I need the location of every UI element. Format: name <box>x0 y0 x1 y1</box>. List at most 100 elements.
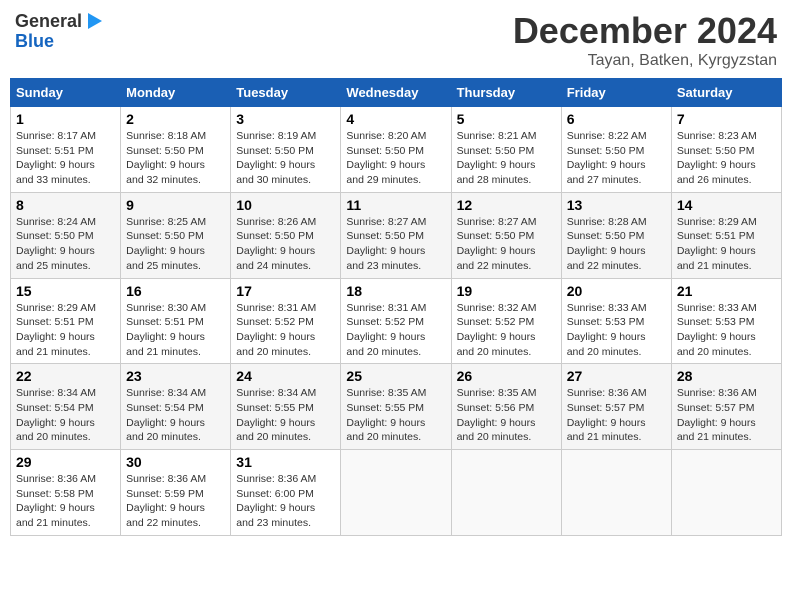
day-info: Sunrise: 8:34 AMSunset: 5:54 PMDaylight:… <box>16 386 115 445</box>
day-info: Sunrise: 8:23 AMSunset: 5:50 PMDaylight:… <box>677 129 776 188</box>
day-info: Sunrise: 8:26 AMSunset: 5:50 PMDaylight:… <box>236 215 335 274</box>
day-info: Sunrise: 8:33 AMSunset: 5:53 PMDaylight:… <box>677 301 776 360</box>
logo-general-text: General <box>15 12 82 30</box>
calendar-cell: 28 Sunrise: 8:36 AMSunset: 5:57 PMDayligh… <box>671 364 781 450</box>
weekday-header-sunday: Sunday <box>11 79 121 107</box>
calendar-cell: 18 Sunrise: 8:31 AMSunset: 5:52 PMDayligh… <box>341 278 451 364</box>
day-info: Sunrise: 8:18 AMSunset: 5:50 PMDaylight:… <box>126 129 225 188</box>
calendar-cell: 25Sunrise: 8:35 AMSunset: 5:55 PMDayligh… <box>341 364 451 450</box>
day-number: 12 <box>457 197 556 213</box>
calendar-week-2: 8 Sunrise: 8:24 AMSunset: 5:50 PMDaylight… <box>11 192 782 278</box>
weekday-header-wednesday: Wednesday <box>341 79 451 107</box>
calendar-cell: 1 Sunrise: 8:17 AMSunset: 5:51 PMDaylight… <box>11 107 121 193</box>
day-number: 18 <box>346 283 445 299</box>
calendar-cell: 2 Sunrise: 8:18 AMSunset: 5:50 PMDaylight… <box>121 107 231 193</box>
calendar-cell: 20 Sunrise: 8:33 AMSunset: 5:53 PMDayligh… <box>561 278 671 364</box>
day-info: Sunrise: 8:33 AMSunset: 5:53 PMDaylight:… <box>567 301 666 360</box>
calendar-cell: 4Sunrise: 8:20 AMSunset: 5:50 PMDaylight… <box>341 107 451 193</box>
day-info: Sunrise: 8:22 AMSunset: 5:50 PMDaylight:… <box>567 129 666 188</box>
day-info: Sunrise: 8:27 AMSunset: 5:50 PMDaylight:… <box>346 215 445 274</box>
day-info: Sunrise: 8:29 AMSunset: 5:51 PMDaylight:… <box>677 215 776 274</box>
day-info: Sunrise: 8:25 AMSunset: 5:50 PMDaylight:… <box>126 215 225 274</box>
calendar-cell: 8 Sunrise: 8:24 AMSunset: 5:50 PMDaylight… <box>11 192 121 278</box>
calendar-cell: 5 Sunrise: 8:21 AMSunset: 5:50 PMDaylight… <box>451 107 561 193</box>
day-number: 11 <box>346 197 445 213</box>
weekday-header-saturday: Saturday <box>671 79 781 107</box>
day-number: 16 <box>126 283 225 299</box>
calendar-cell: 6 Sunrise: 8:22 AMSunset: 5:50 PMDaylight… <box>561 107 671 193</box>
day-number: 6 <box>567 111 666 127</box>
calendar-week-1: 1 Sunrise: 8:17 AMSunset: 5:51 PMDaylight… <box>11 107 782 193</box>
day-number: 19 <box>457 283 556 299</box>
calendar-cell: 31Sunrise: 8:36 AMSunset: 6:00 PMDayligh… <box>231 450 341 536</box>
day-number: 5 <box>457 111 556 127</box>
day-number: 10 <box>236 197 335 213</box>
calendar-cell: 19Sunrise: 8:32 AMSunset: 5:52 PMDayligh… <box>451 278 561 364</box>
day-number: 23 <box>126 368 225 384</box>
day-number: 9 <box>126 197 225 213</box>
calendar-cell: 24Sunrise: 8:34 AMSunset: 5:55 PMDayligh… <box>231 364 341 450</box>
day-info: Sunrise: 8:31 AMSunset: 5:52 PMDaylight:… <box>346 301 445 360</box>
day-number: 26 <box>457 368 556 384</box>
calendar-cell <box>451 450 561 536</box>
day-info: Sunrise: 8:34 AMSunset: 5:54 PMDaylight:… <box>126 386 225 445</box>
day-number: 28 <box>677 368 776 384</box>
day-info: Sunrise: 8:27 AMSunset: 5:50 PMDaylight:… <box>457 215 556 274</box>
calendar-cell: 22 Sunrise: 8:34 AMSunset: 5:54 PMDayligh… <box>11 364 121 450</box>
day-number: 13 <box>567 197 666 213</box>
calendar-cell: 16 Sunrise: 8:30 AMSunset: 5:51 PMDayligh… <box>121 278 231 364</box>
day-number: 29 <box>16 454 115 470</box>
weekday-header-thursday: Thursday <box>451 79 561 107</box>
calendar-cell: 13 Sunrise: 8:28 AMSunset: 5:50 PMDayligh… <box>561 192 671 278</box>
calendar-cell: 3 Sunrise: 8:19 AMSunset: 5:50 PMDaylight… <box>231 107 341 193</box>
calendar-cell: 10 Sunrise: 8:26 AMSunset: 5:50 PMDayligh… <box>231 192 341 278</box>
calendar-week-4: 22 Sunrise: 8:34 AMSunset: 5:54 PMDayligh… <box>11 364 782 450</box>
weekday-header-tuesday: Tuesday <box>231 79 341 107</box>
day-info: Sunrise: 8:17 AMSunset: 5:51 PMDaylight:… <box>16 129 115 188</box>
day-info: Sunrise: 8:21 AMSunset: 5:50 PMDaylight:… <box>457 129 556 188</box>
day-info: Sunrise: 8:20 AMSunset: 5:50 PMDaylight:… <box>346 129 445 188</box>
calendar-cell: 26 Sunrise: 8:35 AMSunset: 5:56 PMDayligh… <box>451 364 561 450</box>
day-number: 14 <box>677 197 776 213</box>
calendar-week-3: 15 Sunrise: 8:29 AMSunset: 5:51 PMDayligh… <box>11 278 782 364</box>
month-title: December 2024 <box>513 10 777 52</box>
day-info: Sunrise: 8:30 AMSunset: 5:51 PMDaylight:… <box>126 301 225 360</box>
day-number: 8 <box>16 197 115 213</box>
logo-chevron-icon <box>84 10 106 32</box>
day-number: 25 <box>346 368 445 384</box>
day-number: 2 <box>126 111 225 127</box>
day-info: Sunrise: 8:19 AMSunset: 5:50 PMDaylight:… <box>236 129 335 188</box>
weekday-header-friday: Friday <box>561 79 671 107</box>
day-info: Sunrise: 8:36 AMSunset: 5:57 PMDaylight:… <box>677 386 776 445</box>
calendar-cell: 17Sunrise: 8:31 AMSunset: 5:52 PMDayligh… <box>231 278 341 364</box>
day-info: Sunrise: 8:28 AMSunset: 5:50 PMDaylight:… <box>567 215 666 274</box>
weekday-header-row: SundayMondayTuesdayWednesdayThursdayFrid… <box>11 79 782 107</box>
day-number: 15 <box>16 283 115 299</box>
day-info: Sunrise: 8:29 AMSunset: 5:51 PMDaylight:… <box>16 301 115 360</box>
title-block: December 2024 Tayan, Batken, Kyrgyzstan <box>513 10 777 70</box>
day-info: Sunrise: 8:35 AMSunset: 5:56 PMDaylight:… <box>457 386 556 445</box>
day-number: 27 <box>567 368 666 384</box>
calendar-table: SundayMondayTuesdayWednesdayThursdayFrid… <box>10 78 782 536</box>
day-number: 1 <box>16 111 115 127</box>
calendar-cell: 7Sunrise: 8:23 AMSunset: 5:50 PMDaylight… <box>671 107 781 193</box>
calendar-cell: 15 Sunrise: 8:29 AMSunset: 5:51 PMDayligh… <box>11 278 121 364</box>
day-info: Sunrise: 8:24 AMSunset: 5:50 PMDaylight:… <box>16 215 115 274</box>
page-header: General Blue December 2024 Tayan, Batken… <box>10 10 782 70</box>
day-number: 31 <box>236 454 335 470</box>
day-number: 24 <box>236 368 335 384</box>
day-number: 20 <box>567 283 666 299</box>
day-info: Sunrise: 8:36 AMSunset: 5:59 PMDaylight:… <box>126 472 225 531</box>
calendar-cell: 30Sunrise: 8:36 AMSunset: 5:59 PMDayligh… <box>121 450 231 536</box>
calendar-cell: 29 Sunrise: 8:36 AMSunset: 5:58 PMDayligh… <box>11 450 121 536</box>
day-number: 3 <box>236 111 335 127</box>
weekday-header-monday: Monday <box>121 79 231 107</box>
day-info: Sunrise: 8:36 AMSunset: 5:57 PMDaylight:… <box>567 386 666 445</box>
day-number: 22 <box>16 368 115 384</box>
day-number: 21 <box>677 283 776 299</box>
day-number: 17 <box>236 283 335 299</box>
calendar-cell: 27 Sunrise: 8:36 AMSunset: 5:57 PMDayligh… <box>561 364 671 450</box>
day-info: Sunrise: 8:36 AMSunset: 5:58 PMDaylight:… <box>16 472 115 531</box>
calendar-cell: 23 Sunrise: 8:34 AMSunset: 5:54 PMDayligh… <box>121 364 231 450</box>
calendar-cell <box>341 450 451 536</box>
